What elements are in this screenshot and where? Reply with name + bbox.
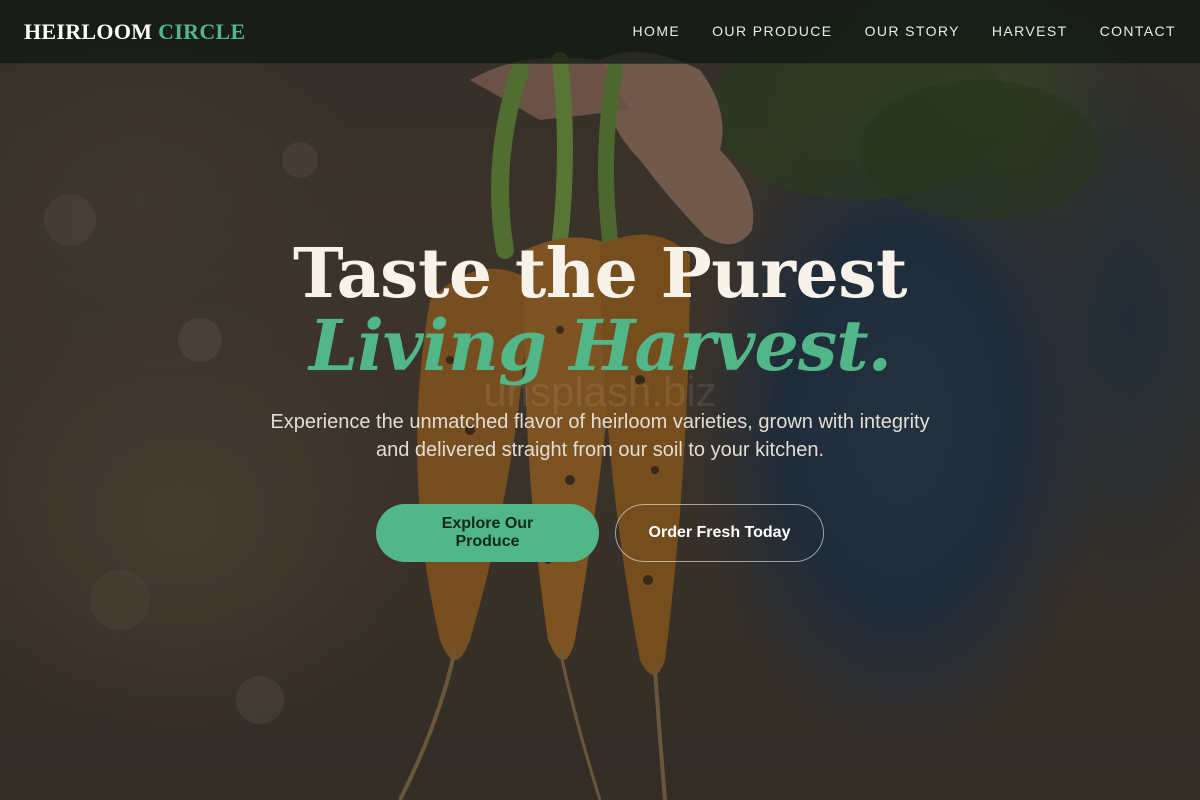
brand-name-accent: CIRCLE	[158, 18, 246, 44]
nav-link-home[interactable]: HOME	[633, 23, 681, 39]
hero-headline: Taste the Purest Living Harvest.	[0, 238, 1200, 382]
brand-name: HEIRLOOM	[24, 18, 153, 44]
hero-headline-accent: Living Harvest.	[309, 304, 892, 387]
hero-cta-group: Explore Our Produce Order Fresh Today	[0, 504, 1200, 562]
hero-headline-main: Taste the Purest	[293, 234, 907, 314]
order-fresh-button[interactable]: Order Fresh Today	[615, 504, 824, 562]
hero-subtext: Experience the unmatched flavor of heirl…	[270, 411, 930, 461]
hero-section: Taste the Purest Living Harvest. Experie…	[0, 238, 1200, 562]
nav-link-contact[interactable]: CONTACT	[1100, 23, 1176, 39]
nav-link-harvest[interactable]: HARVEST	[992, 23, 1068, 39]
nav-links: HOME OUR PRODUCE OUR STORY HARVEST CONTA…	[633, 23, 1176, 41]
nav-link-our-produce[interactable]: OUR PRODUCE	[712, 23, 832, 39]
nav-link-our-story[interactable]: OUR STORY	[865, 23, 960, 39]
top-navigation: HEIRLOOM CIRCLE HOME OUR PRODUCE OUR STO…	[0, 0, 1200, 64]
brand-logo[interactable]: HEIRLOOM CIRCLE	[24, 19, 246, 45]
explore-produce-button[interactable]: Explore Our Produce	[376, 504, 599, 562]
